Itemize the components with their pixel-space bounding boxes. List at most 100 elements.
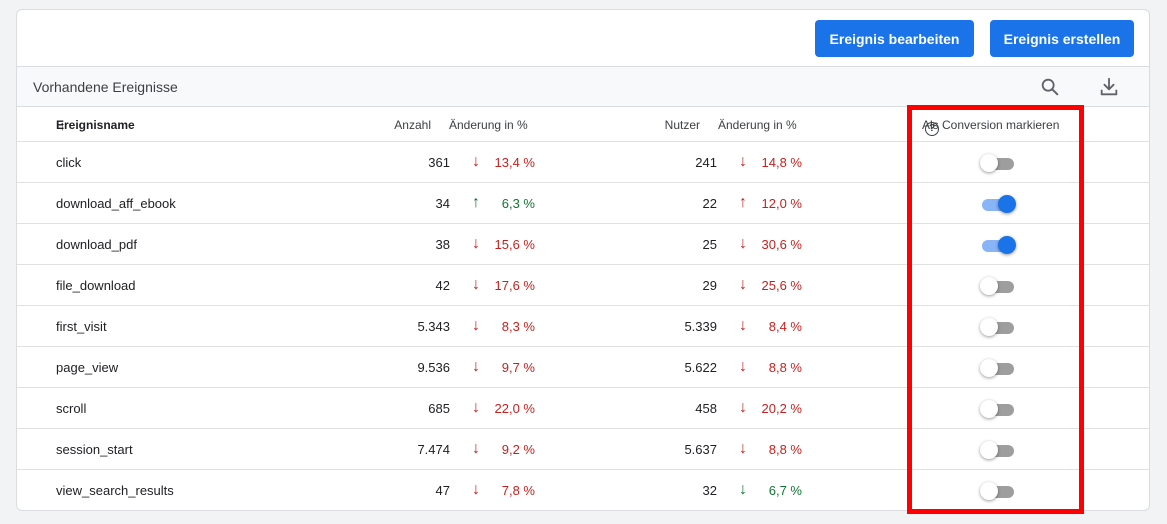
arrow-down-icon: ↓ <box>739 235 747 252</box>
header-users[interactable]: Nutzer <box>665 118 700 132</box>
users-change: 14,8 % <box>761 155 802 170</box>
conversion-toggle[interactable] <box>980 194 1016 214</box>
table-body: click 361 ↓ 13,4 % 241 ↓ 14,8 % download_aff_eb… <box>17 142 1149 510</box>
arrow-down-icon: ↓ <box>739 153 747 170</box>
arrow-down-icon: ↓ <box>739 358 747 375</box>
event-name[interactable]: download_pdf <box>56 237 137 252</box>
event-count: 5.343 <box>417 319 450 334</box>
event-users: 458 <box>695 401 717 416</box>
table-row: click 361 ↓ 13,4 % 241 ↓ 14,8 % <box>17 142 1149 183</box>
table-row: download_pdf 38 ↓ 15,6 % 25 ↓ 30,6 % <box>17 224 1149 265</box>
count-change: 8,3 % <box>501 319 535 334</box>
download-icon[interactable] <box>1098 76 1120 98</box>
conversion-toggle[interactable] <box>980 358 1016 378</box>
users-change: 8,8 % <box>768 360 802 375</box>
event-count: 361 <box>428 155 450 170</box>
arrow-down-icon: ↓ <box>472 440 480 457</box>
users-change: 8,8 % <box>768 442 802 457</box>
header-event-name[interactable]: Ereignisname ↑ <box>56 118 135 133</box>
arrow-down-icon: ↓ <box>472 153 480 170</box>
users-change: 12,0 % <box>761 196 802 211</box>
conversion-toggle[interactable] <box>980 276 1016 296</box>
toggle-knob <box>980 154 998 172</box>
toggle-knob <box>980 277 998 295</box>
arrow-down-icon: ↓ <box>739 399 747 416</box>
section-title: Vorhandene Ereignisse <box>33 79 178 95</box>
arrow-up-icon: ↑ <box>472 194 480 211</box>
event-name[interactable]: session_start <box>56 442 133 457</box>
users-change: 20,2 % <box>761 401 802 416</box>
table-row: first_visit 5.343 ↓ 8,3 % 5.339 ↓ 8,4 % <box>17 306 1149 347</box>
arrow-down-icon: ↓ <box>472 276 480 293</box>
event-count: 34 <box>435 196 450 211</box>
event-name[interactable]: view_search_results <box>56 483 174 498</box>
header-change-count[interactable]: Änderung in % <box>449 118 528 132</box>
event-count: 47 <box>435 483 450 498</box>
conversion-toggle[interactable] <box>980 481 1016 501</box>
conversion-toggle[interactable] <box>980 440 1016 460</box>
arrow-down-icon: ↓ <box>739 276 747 293</box>
event-users: 29 <box>702 278 717 293</box>
table-row: page_view 9.536 ↓ 9,7 % 5.622 ↓ 8,8 % <box>17 347 1149 388</box>
event-count: 7.474 <box>417 442 450 457</box>
table-row: session_start 7.474 ↓ 9,2 % 5.637 ↓ 8,8 % <box>17 429 1149 470</box>
count-change: 7,8 % <box>501 483 535 498</box>
arrow-down-icon: ↓ <box>739 317 747 334</box>
event-count: 9.536 <box>417 360 450 375</box>
edit-event-button[interactable]: Ereignis bearbeiten <box>815 20 974 57</box>
table-row: scroll 685 ↓ 22,0 % 458 ↓ 20,2 % <box>17 388 1149 429</box>
users-change: 8,4 % <box>768 319 802 334</box>
toggle-knob <box>980 482 998 500</box>
event-name[interactable]: first_visit <box>56 319 107 334</box>
arrow-down-icon: ↓ <box>739 481 747 498</box>
event-name[interactable]: file_download <box>56 278 136 293</box>
count-change: 17,6 % <box>494 278 535 293</box>
conversion-toggle[interactable] <box>980 235 1016 255</box>
toggle-knob <box>998 236 1016 254</box>
events-table: Ereignisname ↑ Anzahl Änderung in % Nutze… <box>17 107 1149 510</box>
event-users: 241 <box>695 155 717 170</box>
table-header: Ereignisname ↑ Anzahl Änderung in % Nutze… <box>17 107 1149 142</box>
header-conversion: Als Conversion markieren? <box>922 118 1060 136</box>
event-name[interactable]: scroll <box>56 401 86 416</box>
header-count[interactable]: Anzahl <box>394 118 431 132</box>
table-row: view_search_results 47 ↓ 7,8 % 32 ↓ 6,7 % <box>17 470 1149 510</box>
event-count: 42 <box>435 278 450 293</box>
count-change: 6,3 % <box>501 196 535 211</box>
count-change: 15,6 % <box>494 237 535 252</box>
header-change-users[interactable]: Änderung in % <box>718 118 797 132</box>
create-event-button[interactable]: Ereignis erstellen <box>990 20 1134 57</box>
event-users: 5.622 <box>684 360 717 375</box>
toolbar: Ereignis bearbeiten Ereignis erstellen <box>17 10 1149 67</box>
arrow-down-icon: ↓ <box>472 481 480 498</box>
event-name[interactable]: page_view <box>56 360 118 375</box>
event-count: 38 <box>435 237 450 252</box>
table-row: download_aff_ebook 34 ↑ 6,3 % 22 ↑ 12,0 % <box>17 183 1149 224</box>
arrow-down-icon: ↓ <box>472 235 480 252</box>
count-change: 9,2 % <box>501 442 535 457</box>
event-users: 32 <box>702 483 717 498</box>
arrow-down-icon: ↓ <box>472 317 480 334</box>
search-icon[interactable] <box>1039 76 1061 98</box>
count-change: 9,7 % <box>501 360 535 375</box>
conversion-toggle[interactable] <box>980 153 1016 173</box>
event-users: 25 <box>702 237 717 252</box>
event-users: 5.637 <box>684 442 717 457</box>
events-card: Ereignis bearbeiten Ereignis erstellen V… <box>16 9 1150 511</box>
count-change: 22,0 % <box>494 401 535 416</box>
section-header: Vorhandene Ereignisse <box>17 67 1149 107</box>
users-change: 6,7 % <box>768 483 802 498</box>
event-name[interactable]: click <box>56 155 81 170</box>
conversion-toggle[interactable] <box>980 399 1016 419</box>
arrow-down-icon: ↓ <box>472 399 480 416</box>
toggle-knob <box>980 318 998 336</box>
arrow-down-icon: ↓ <box>739 440 747 457</box>
users-change: 30,6 % <box>761 237 802 252</box>
event-count: 685 <box>428 401 450 416</box>
event-name[interactable]: download_aff_ebook <box>56 196 176 211</box>
event-users: 5.339 <box>684 319 717 334</box>
toggle-knob <box>980 441 998 459</box>
toggle-knob <box>980 400 998 418</box>
count-change: 13,4 % <box>494 155 535 170</box>
conversion-toggle[interactable] <box>980 317 1016 337</box>
